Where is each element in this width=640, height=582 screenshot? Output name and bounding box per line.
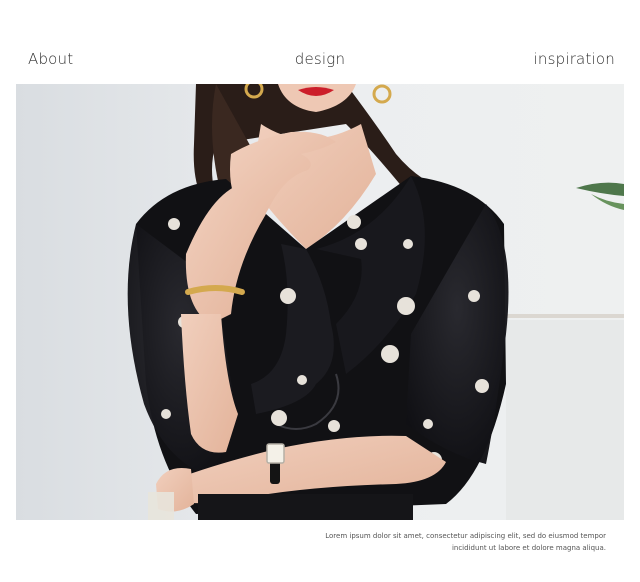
caption-line-1: Lorem ipsum dolor sit amet, consectetur … <box>325 532 606 540</box>
product-photo <box>16 84 624 520</box>
wristwatch-face <box>266 443 285 464</box>
caption-line-2: incididunt ut labore et dolore magna ali… <box>451 544 606 552</box>
caption-text: Lorem ipsum dolor sit amet, consectetur … <box>246 530 606 554</box>
header-inspiration-label: inspiration <box>533 50 615 68</box>
skirt-waistband <box>198 494 413 520</box>
